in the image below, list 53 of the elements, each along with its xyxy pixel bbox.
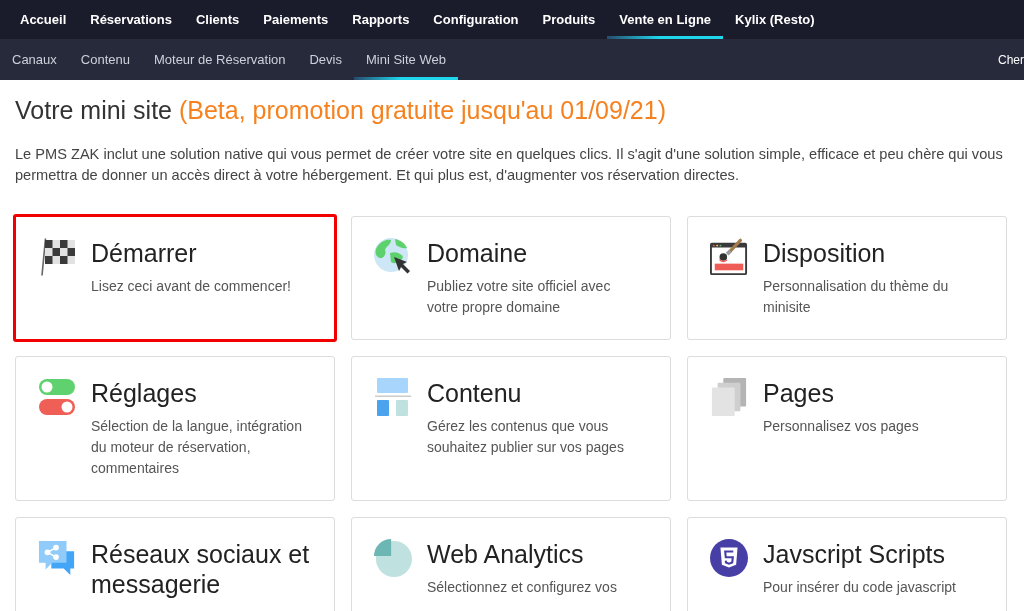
nav-tab[interactable]: Clients [183, 0, 252, 39]
nav-tab[interactable]: Kylix (Resto) [723, 0, 827, 39]
card-description: Publiez votre site officiel avec votre propre domaine [427, 277, 612, 317]
subnav-tab[interactable]: Moteur de Réservation [141, 39, 298, 80]
feature-card[interactable]: Réseaux sociaux et messagerie [15, 517, 335, 611]
card-description: Sélection de la langue, intégration du moteur de réservation, commentaires [91, 417, 303, 478]
card-title: Contenu [427, 378, 523, 408]
card-description: Pour insérer du code javascript [763, 578, 957, 597]
card-title: Web Analytics [427, 539, 585, 569]
card-title: Disposition [763, 238, 887, 268]
subnav-tab[interactable]: Contenu [68, 39, 142, 80]
feature-card[interactable]: Web Analytics Sélectionnez et configurez vos [351, 517, 671, 611]
intro-paragraph: Le PMS ZAK inclut une solution native qui vous permet de créer votre site en quelques clics. Il s'agit d'une solution simple, efficace et peu chère qui vous permettra de donner un accès direct à votre hébergement. Et qui plus est, d'augmenter vos réservation directes. [15, 145, 1004, 185]
card-title: Réseaux sociaux et messagerie [91, 539, 311, 599]
feature-card[interactable]: Réglages Sélection de la langue, intégration du moteur de réservation, commentaires [15, 356, 335, 501]
nav-tab[interactable]: Paiements [251, 0, 341, 39]
stacked-pages-icon [710, 378, 748, 416]
chat-share-icon [38, 539, 76, 577]
browser-paintbrush-icon [710, 238, 748, 276]
card-description: Gérez les contenus que vous souhaitez publier sur vos pages [427, 417, 625, 457]
pie-chart-icon [374, 539, 412, 577]
card-description: Lisez ceci avant de commencer! [91, 277, 292, 296]
card-description: Sélectionnez et configurez vos [427, 578, 618, 597]
nav-tab[interactable]: Accueil [8, 0, 79, 39]
nav-tab[interactable]: Configuration [421, 0, 531, 39]
toggle-switches-icon [38, 378, 76, 416]
card-description: Personnalisez vos pages [763, 417, 920, 436]
shield-badge-icon [710, 539, 748, 577]
checkered-flag-icon [38, 238, 76, 276]
feature-card[interactable]: Démarrer Lisez ceci avant de commencer! [13, 214, 337, 342]
subnav-tab[interactable]: Devis [297, 39, 354, 80]
nav-tab[interactable]: Produits [530, 0, 608, 39]
feature-card[interactable]: Javscript Scripts Pour insérer du code javascript [687, 517, 1007, 611]
feature-card[interactable]: Disposition Personnalisation du thème du minisite [687, 216, 1007, 340]
feature-card[interactable]: Domaine Publiez votre site officiel avec votre propre domaine [351, 216, 671, 340]
search-link[interactable]: Cher [998, 50, 1024, 69]
card-title: Domaine [427, 238, 529, 268]
card-title: Démarrer [91, 238, 198, 268]
card-title: Pages [763, 378, 835, 408]
nav-tab[interactable]: Vente en Ligne [607, 0, 724, 39]
card-description: Personnalisation du thème du minisite [763, 277, 950, 317]
subnav-tab[interactable]: Mini Site Web [354, 39, 458, 80]
promotion-note: (Beta, promotion gratuite jusqu'au 01/09/21) [178, 96, 666, 124]
nav-tab[interactable]: Réservations [78, 0, 184, 39]
feature-card[interactable]: Pages Personnalisez vos pages [687, 356, 1007, 501]
layout-blocks-icon [374, 378, 412, 416]
nav-tab[interactable]: Rapports [340, 0, 422, 39]
card-title: Javscript Scripts [763, 539, 946, 569]
page-title: Votre mini site [15, 96, 172, 124]
card-title: Réglages [91, 378, 198, 408]
globe-cursor-icon [374, 238, 412, 276]
feature-card[interactable]: Contenu Gérez les contenus que vous souhaitez publier sur vos pages [351, 356, 671, 501]
subnav-tab[interactable]: Canaux [0, 39, 69, 80]
